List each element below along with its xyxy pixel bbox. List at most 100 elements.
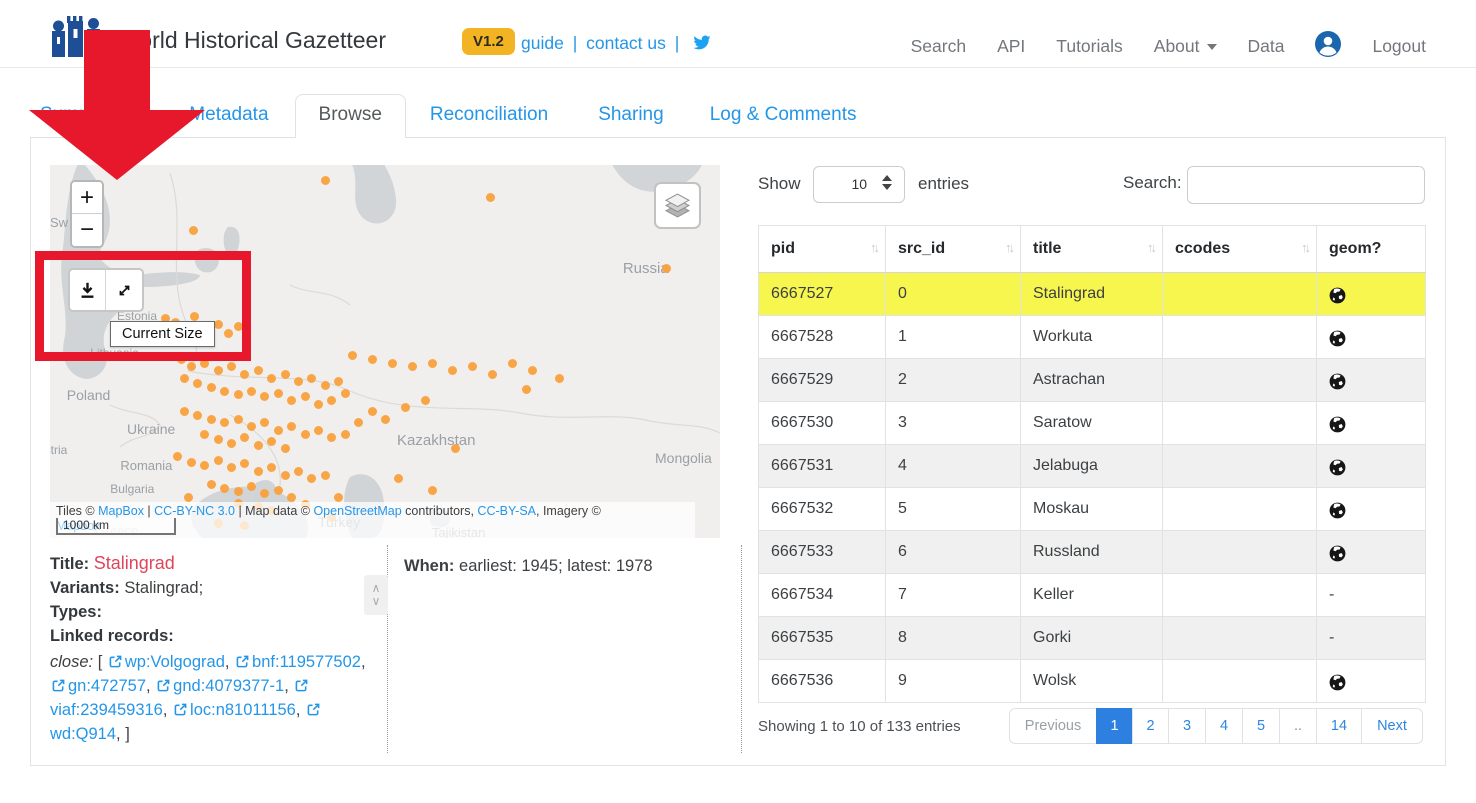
map-point-marker[interactable] xyxy=(368,407,377,416)
map-point-marker[interactable] xyxy=(341,430,350,439)
map-point-marker[interactable] xyxy=(234,415,243,424)
nav-item-data[interactable]: Data xyxy=(1248,36,1285,57)
map-point-marker[interactable] xyxy=(321,381,330,390)
attribution-link[interactable]: MapBox xyxy=(98,504,144,518)
map-point-marker[interactable] xyxy=(247,482,256,491)
map-point-marker[interactable] xyxy=(207,415,216,424)
layers-button[interactable] xyxy=(654,182,701,229)
map-point-marker[interactable] xyxy=(508,359,517,368)
sort-icon[interactable]: ↑↓ xyxy=(870,240,877,255)
map-point-marker[interactable] xyxy=(184,493,193,502)
map-point-marker[interactable] xyxy=(321,471,330,480)
column-header-title[interactable]: title↑↓ xyxy=(1021,226,1163,273)
linked-record-wd[interactable]: wd:Q914 xyxy=(50,725,116,743)
zoom-in-button[interactable]: + xyxy=(72,182,102,214)
download-map-button[interactable] xyxy=(70,270,106,310)
linked-record-wp[interactable]: wp:Volgograd xyxy=(125,653,225,671)
map-point-marker[interactable] xyxy=(301,392,310,401)
map-point-marker[interactable] xyxy=(207,480,216,489)
map-point-marker[interactable] xyxy=(200,359,209,368)
tab-log-comments[interactable]: Log & Comments xyxy=(708,95,859,137)
map-point-marker[interactable] xyxy=(214,366,223,375)
map-point-marker[interactable] xyxy=(254,366,263,375)
contact-link[interactable]: contact us xyxy=(586,33,666,53)
map-point-marker[interactable] xyxy=(200,430,209,439)
map-panel[interactable]: SwRussiaEstoniaLithuaniaPolandUkrainestr… xyxy=(50,165,720,538)
map-point-marker[interactable] xyxy=(522,385,531,394)
variants-scroll-control[interactable]: ∧ ∨ xyxy=(364,575,388,615)
map-point-marker[interactable] xyxy=(180,374,189,383)
map-point-marker[interactable] xyxy=(227,439,236,448)
map-point-marker[interactable] xyxy=(187,458,196,467)
table-row[interactable]: 66675369Wolsk xyxy=(759,660,1426,703)
map-point-marker[interactable] xyxy=(247,387,256,396)
page-size-select[interactable]: 10 xyxy=(813,166,905,203)
map-point-marker[interactable] xyxy=(301,430,310,439)
map-point-marker[interactable] xyxy=(348,351,357,360)
map-point-marker[interactable] xyxy=(341,389,350,398)
map-point-marker[interactable] xyxy=(189,226,198,235)
nav-item-logout[interactable]: Logout xyxy=(1372,36,1426,57)
attribution-link[interactable]: CC-BY-NC 3.0 xyxy=(154,504,235,518)
page-button-4[interactable]: 4 xyxy=(1205,708,1243,744)
guide-link[interactable]: guide xyxy=(521,33,564,53)
map-point-marker[interactable] xyxy=(224,329,233,338)
map-point-marker[interactable] xyxy=(254,441,263,450)
page-button-1[interactable]: 1 xyxy=(1096,708,1133,744)
map-point-marker[interactable] xyxy=(214,320,223,329)
attribution-link[interactable]: OpenStreetMap xyxy=(313,504,401,518)
nav-item-about[interactable]: About xyxy=(1154,36,1217,57)
map-point-marker[interactable] xyxy=(214,456,223,465)
map-point-marker[interactable] xyxy=(254,467,263,476)
zoom-out-button[interactable]: − xyxy=(72,214,102,246)
sort-icon[interactable]: ↑↓ xyxy=(1301,240,1308,255)
sort-icon[interactable]: ↑↓ xyxy=(1005,240,1012,255)
map-point-marker[interactable] xyxy=(234,322,243,331)
map-point-marker[interactable] xyxy=(274,426,283,435)
page-button-2[interactable]: 2 xyxy=(1132,708,1169,744)
map-point-marker[interactable] xyxy=(267,374,276,383)
map-point-marker[interactable] xyxy=(334,493,343,502)
table-row[interactable]: 66675314Jelabuga xyxy=(759,445,1426,488)
expand-map-button[interactable] xyxy=(106,270,142,310)
linked-record-viaf[interactable]: viaf:239459316 xyxy=(50,701,163,719)
column-header-pid[interactable]: pid↑↓ xyxy=(759,226,886,273)
twitter-icon[interactable] xyxy=(692,34,712,51)
page-button-3[interactable]: 3 xyxy=(1168,708,1206,744)
map-point-marker[interactable] xyxy=(381,415,390,424)
attribution-link[interactable]: CC-BY-SA xyxy=(477,504,536,518)
tab-browse[interactable]: Browse xyxy=(295,94,406,138)
table-row[interactable]: 66675358Gorki- xyxy=(759,617,1426,660)
tab-sharing[interactable]: Sharing xyxy=(596,95,666,137)
tab-reconciliation[interactable]: Reconciliation xyxy=(428,95,550,137)
map-point-marker[interactable] xyxy=(274,486,283,495)
column-header-src_id[interactable]: src_id↑↓ xyxy=(886,226,1021,273)
map-point-marker[interactable] xyxy=(307,374,316,383)
table-row[interactable]: 66675292Astrachan xyxy=(759,359,1426,402)
table-row[interactable]: 66675270Stalingrad xyxy=(759,273,1426,316)
map-point-marker[interactable] xyxy=(281,471,290,480)
nav-item-search[interactable]: Search xyxy=(911,36,966,57)
map-point-marker[interactable] xyxy=(234,390,243,399)
nav-item-tutorials[interactable]: Tutorials xyxy=(1056,36,1122,57)
map-point-marker[interactable] xyxy=(274,389,283,398)
table-row[interactable]: 66675325Moskau xyxy=(759,488,1426,531)
map-point-marker[interactable] xyxy=(428,486,437,495)
user-avatar-icon[interactable] xyxy=(1315,31,1341,62)
search-input[interactable] xyxy=(1187,166,1425,204)
map-point-marker[interactable] xyxy=(555,374,564,383)
map-point-marker[interactable] xyxy=(321,176,330,185)
map-point-marker[interactable] xyxy=(220,484,229,493)
map-point-marker[interactable] xyxy=(281,444,290,453)
map-point-marker[interactable] xyxy=(314,426,323,435)
page-button-5[interactable]: 5 xyxy=(1242,708,1280,744)
map-point-marker[interactable] xyxy=(428,359,437,368)
linked-record-gnd[interactable]: gnd:4079377-1 xyxy=(173,677,284,695)
map-point-marker[interactable] xyxy=(388,359,397,368)
page-button-14[interactable]: 14 xyxy=(1316,708,1362,744)
scroll-down-icon[interactable]: ∨ xyxy=(372,595,381,608)
table-row[interactable]: 66675303Saratow xyxy=(759,402,1426,445)
map-point-marker[interactable] xyxy=(314,400,323,409)
nav-item-api[interactable]: API xyxy=(997,36,1025,57)
page-button-next[interactable]: Next xyxy=(1361,708,1423,744)
